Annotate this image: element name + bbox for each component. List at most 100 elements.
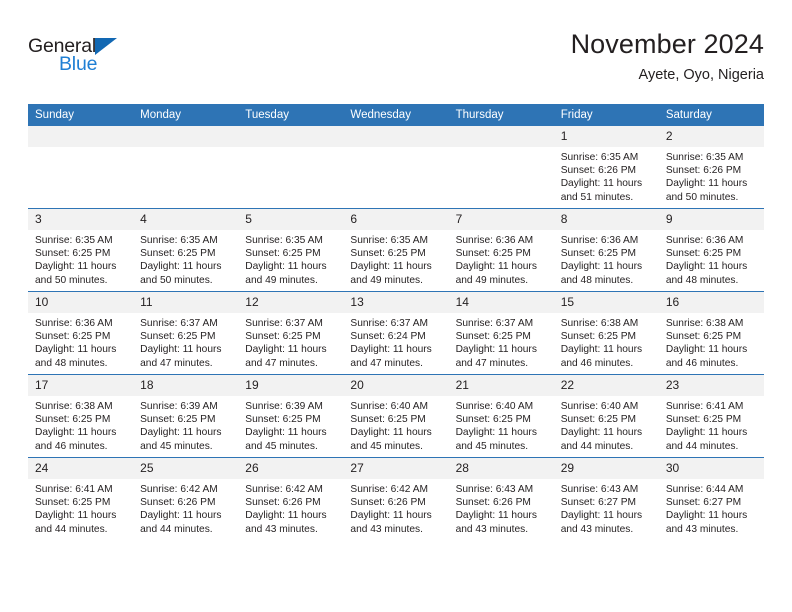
sunset-text: Sunset: 6:25 PM	[140, 248, 216, 260]
calendar-day-cell[interactable]: 29 Sunrise: 6:43 AM Sunset: 6:27 PM Dayligh…	[553, 457, 659, 540]
calendar-day-cell[interactable]: 28 Sunrise: 6:43 AM Sunset: 6:26 PM Dayligh…	[448, 457, 554, 540]
calendar-day-cell[interactable]: 19 Sunrise: 6:39 AM Sunset: 6:25 PM Dayligh…	[238, 374, 344, 458]
calendar-day-cell[interactable]: 25 Sunrise: 6:42 AM Sunset: 6:26 PM Dayligh…	[133, 457, 239, 540]
day-number: 8	[553, 209, 659, 230]
calendar-day-cell[interactable]: 21 Sunrise: 6:40 AM Sunset: 6:25 PM Dayligh…	[448, 374, 554, 458]
sunrise-text: Sunrise: 6:36 AM	[455, 235, 534, 246]
calendar-day-cell[interactable]: 27 Sunrise: 6:42 AM Sunset: 6:26 PM Dayligh…	[343, 457, 449, 540]
calendar-day-cell[interactable]: 6 Sunrise: 6:35 AM Sunset: 6:25 PM Daylight…	[343, 208, 449, 292]
day-details: Sunrise: 6:37 AM Sunset: 6:25 PM Daylight:…	[449, 313, 554, 370]
sunrise-text: Sunrise: 6:44 AM	[665, 484, 744, 495]
calendar-day-cell[interactable]: 17 Sunrise: 6:38 AM Sunset: 6:25 PM Dayligh…	[28, 374, 134, 458]
calendar-day-cell[interactable]: 2 Sunrise: 6:35 AM Sunset: 6:26 PM Daylight…	[658, 126, 764, 209]
calendar-day-cell[interactable]: 20 Sunrise: 6:40 AM Sunset: 6:25 PM Dayligh…	[343, 374, 449, 458]
day-details: Sunrise: 6:41 AM Sunset: 6:25 PM Daylight:…	[659, 396, 764, 453]
calendar-day-cell[interactable]: 9 Sunrise: 6:36 AM Sunset: 6:25 PM Daylight…	[658, 208, 764, 292]
daylight-text: Daylight: 11 hours and 50 minutes.	[35, 261, 117, 286]
daylight-text: Daylight: 11 hours and 47 minutes.	[455, 344, 537, 369]
daylight-text: Daylight: 11 hours and 46 minutes.	[35, 427, 117, 452]
daylight-text: Daylight: 11 hours and 49 minutes.	[245, 261, 327, 286]
sunrise-text: Sunrise: 6:36 AM	[560, 235, 639, 246]
day-details: Sunrise: 6:42 AM Sunset: 6:26 PM Daylight:…	[133, 479, 238, 536]
daylight-text: Daylight: 11 hours and 43 minutes.	[245, 510, 327, 535]
calendar-day-cell[interactable]: 15 Sunrise: 6:38 AM Sunset: 6:25 PM Dayligh…	[553, 291, 659, 375]
sunset-text: Sunset: 6:25 PM	[665, 248, 742, 260]
calendar-day-cell[interactable]: 23 Sunrise: 6:41 AM Sunset: 6:25 PM Dayligh…	[658, 374, 764, 458]
sunset-text: Sunset: 6:25 PM	[245, 248, 321, 260]
sunset-text: Sunset: 6:25 PM	[350, 248, 426, 260]
calendar-day-cell[interactable]: 7 Sunrise: 6:36 AM Sunset: 6:25 PM Daylight…	[448, 208, 554, 292]
sunset-text: Sunset: 6:25 PM	[35, 248, 111, 260]
calendar-day-cell[interactable]: 22 Sunrise: 6:40 AM Sunset: 6:25 PM Dayligh…	[553, 374, 659, 458]
sunrise-text: Sunrise: 6:41 AM	[35, 484, 113, 495]
day-number: 7	[448, 209, 554, 230]
day-number: 5	[238, 209, 344, 230]
sunrise-text: Sunrise: 6:43 AM	[455, 484, 534, 495]
sunrise-text: Sunrise: 6:37 AM	[140, 318, 218, 329]
calendar-day-cell[interactable]: 18 Sunrise: 6:39 AM Sunset: 6:25 PM Dayligh…	[133, 374, 239, 458]
daylight-text: Daylight: 11 hours and 51 minutes.	[560, 178, 643, 203]
daylight-text: Daylight: 11 hours and 50 minutes.	[665, 178, 748, 203]
sunset-text: Sunset: 6:25 PM	[665, 331, 742, 343]
calendar-page: General Blue November 2024 Ayete, Oyo, N…	[0, 0, 792, 612]
day-number	[448, 126, 554, 147]
daylight-text: Daylight: 11 hours and 45 minutes.	[245, 427, 327, 452]
day-number: 11	[133, 292, 239, 313]
calendar-day-cell-empty	[28, 126, 134, 209]
day-number: 17	[28, 375, 134, 396]
triangle-logo-icon	[94, 38, 117, 55]
day-number: 23	[658, 375, 764, 396]
sunrise-text: Sunrise: 6:40 AM	[560, 401, 639, 412]
calendar-day-cell[interactable]: 4 Sunrise: 6:35 AM Sunset: 6:25 PM Daylight…	[133, 208, 239, 292]
calendar-day-cell[interactable]: 14 Sunrise: 6:37 AM Sunset: 6:25 PM Dayligh…	[448, 291, 554, 375]
sunrise-text: Sunrise: 6:36 AM	[35, 318, 113, 329]
calendar-day-cell[interactable]: 16 Sunrise: 6:38 AM Sunset: 6:25 PM Dayligh…	[658, 291, 764, 375]
day-number: 3	[28, 209, 134, 230]
day-number: 25	[133, 458, 239, 479]
calendar-day-cell[interactable]: 26 Sunrise: 6:42 AM Sunset: 6:26 PM Dayligh…	[238, 457, 344, 540]
sunset-text: Sunset: 6:26 PM	[665, 165, 742, 177]
sunset-text: Sunset: 6:25 PM	[350, 414, 426, 426]
daylight-text: Daylight: 11 hours and 49 minutes.	[455, 261, 537, 286]
daylight-text: Daylight: 11 hours and 44 minutes.	[35, 510, 117, 535]
calendar-day-cell-empty	[448, 126, 554, 209]
day-details: Sunrise: 6:44 AM Sunset: 6:27 PM Daylight:…	[659, 479, 764, 536]
day-details: Sunrise: 6:39 AM Sunset: 6:25 PM Daylight:…	[238, 396, 343, 453]
day-details: Sunrise: 6:36 AM Sunset: 6:25 PM Daylight:…	[28, 313, 133, 370]
sunset-text: Sunset: 6:26 PM	[455, 497, 531, 509]
calendar-day-cell[interactable]: 12 Sunrise: 6:37 AM Sunset: 6:25 PM Dayligh…	[238, 291, 344, 375]
day-details: Sunrise: 6:35 AM Sunset: 6:25 PM Daylight:…	[133, 230, 238, 287]
day-number: 22	[553, 375, 659, 396]
daylight-text: Daylight: 11 hours and 45 minutes.	[455, 427, 537, 452]
calendar-day-cell[interactable]: 11 Sunrise: 6:37 AM Sunset: 6:25 PM Dayligh…	[133, 291, 239, 375]
calendar-day-cell[interactable]: 24 Sunrise: 6:41 AM Sunset: 6:25 PM Dayligh…	[28, 457, 134, 540]
day-details: Sunrise: 6:43 AM Sunset: 6:27 PM Daylight:…	[554, 479, 659, 536]
calendar-day-cell[interactable]: 8 Sunrise: 6:36 AM Sunset: 6:25 PM Daylight…	[553, 208, 659, 292]
calendar-day-cell[interactable]: 30 Sunrise: 6:44 AM Sunset: 6:27 PM Dayligh…	[658, 457, 764, 540]
daylight-text: Daylight: 11 hours and 48 minutes.	[35, 344, 117, 369]
sunrise-text: Sunrise: 6:35 AM	[245, 235, 323, 246]
day-details: Sunrise: 6:42 AM Sunset: 6:26 PM Daylight:…	[343, 479, 448, 536]
calendar-week-row: 10 Sunrise: 6:36 AM Sunset: 6:25 PM Dayligh…	[28, 291, 764, 375]
day-number: 26	[238, 458, 344, 479]
sunrise-text: Sunrise: 6:42 AM	[140, 484, 218, 495]
calendar-day-cell[interactable]: 1 Sunrise: 6:35 AM Sunset: 6:26 PM Daylight…	[553, 126, 659, 209]
daylight-text: Daylight: 11 hours and 43 minutes.	[560, 510, 643, 535]
day-details: Sunrise: 6:35 AM Sunset: 6:25 PM Daylight:…	[28, 230, 133, 287]
sunrise-text: Sunrise: 6:38 AM	[560, 318, 639, 329]
calendar-day-cell[interactable]: 3 Sunrise: 6:35 AM Sunset: 6:25 PM Daylight…	[28, 208, 134, 292]
sunset-text: Sunset: 6:26 PM	[350, 497, 426, 509]
sunset-text: Sunset: 6:25 PM	[140, 414, 216, 426]
day-details: Sunrise: 6:35 AM Sunset: 6:25 PM Daylight:…	[238, 230, 343, 287]
sunset-text: Sunset: 6:25 PM	[560, 414, 637, 426]
calendar-day-cell[interactable]: 13 Sunrise: 6:37 AM Sunset: 6:24 PM Dayligh…	[343, 291, 449, 375]
day-details: Sunrise: 6:40 AM Sunset: 6:25 PM Daylight:…	[449, 396, 554, 453]
day-number: 24	[28, 458, 134, 479]
brand-logo[interactable]: General Blue	[28, 36, 148, 86]
calendar-table: Sunday Monday Tuesday Wednesday Thursday Frid…	[28, 104, 764, 540]
sunset-text: Sunset: 6:26 PM	[560, 165, 637, 177]
calendar-day-cell[interactable]: 10 Sunrise: 6:36 AM Sunset: 6:25 PM Dayligh…	[28, 291, 134, 375]
calendar-week-row: 1 Sunrise: 6:35 AM Sunset: 6:26 PM Daylight…	[28, 126, 764, 209]
sunrise-text: Sunrise: 6:35 AM	[665, 152, 744, 163]
calendar-day-cell[interactable]: 5 Sunrise: 6:35 AM Sunset: 6:25 PM Daylight…	[238, 208, 344, 292]
